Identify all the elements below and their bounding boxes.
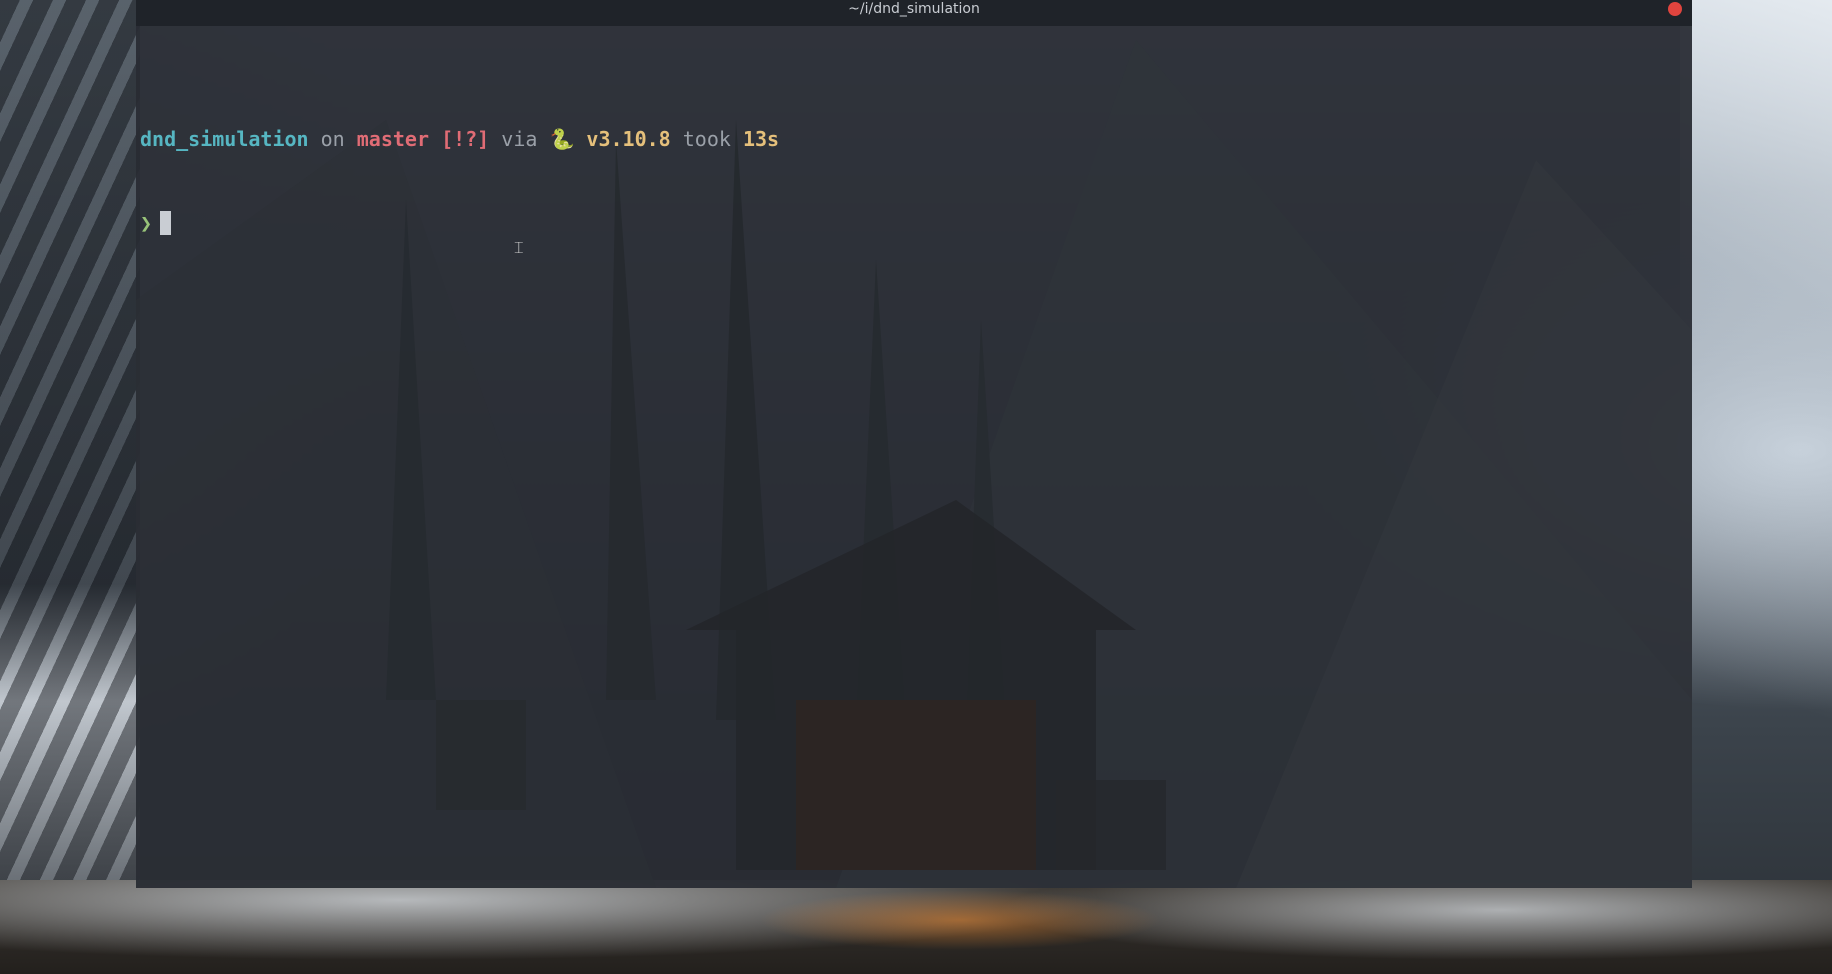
terminal-window[interactable]: ~/i/dnd_simulation dnd_simulation on mas… — [136, 0, 1692, 888]
desktop: ~/i/dnd_simulation dnd_simulation on mas… — [0, 0, 1832, 974]
terminal-output[interactable]: dnd_simulation on master [!?] via 🐍 v3.1… — [136, 26, 1692, 293]
python-icon: 🐍 — [549, 127, 575, 151]
wallpaper-snowy-peaks — [1680, 0, 1832, 974]
prompt-chevron-icon: ❯ — [140, 211, 153, 235]
prompt-on-word: on — [320, 127, 345, 151]
prompt-duration: 13s — [742, 127, 780, 151]
window-title: ~/i/dnd_simulation — [848, 1, 980, 17]
prompt-line: dnd_simulation on master [!?] via 🐍 v3.1… — [140, 125, 1688, 153]
prompt-git-status: [!?] — [441, 127, 490, 151]
input-line[interactable]: ❯ — [140, 209, 1688, 237]
text-cursor — [160, 211, 172, 235]
prompt-python-version: v3.10.8 — [586, 127, 671, 151]
prompt-directory: dnd_simulation — [140, 127, 309, 151]
close-button[interactable] — [1668, 2, 1682, 16]
wallpaper-cliff — [0, 0, 140, 974]
prompt-via-word: via — [501, 127, 538, 151]
wallpaper-ground — [0, 880, 1832, 974]
title-bar[interactable]: ~/i/dnd_simulation — [136, 0, 1692, 26]
prompt-took-word: took — [682, 127, 731, 151]
mouse-ibeam-cursor-icon: ⌶ — [514, 238, 524, 257]
prompt-branch: master — [356, 127, 430, 151]
